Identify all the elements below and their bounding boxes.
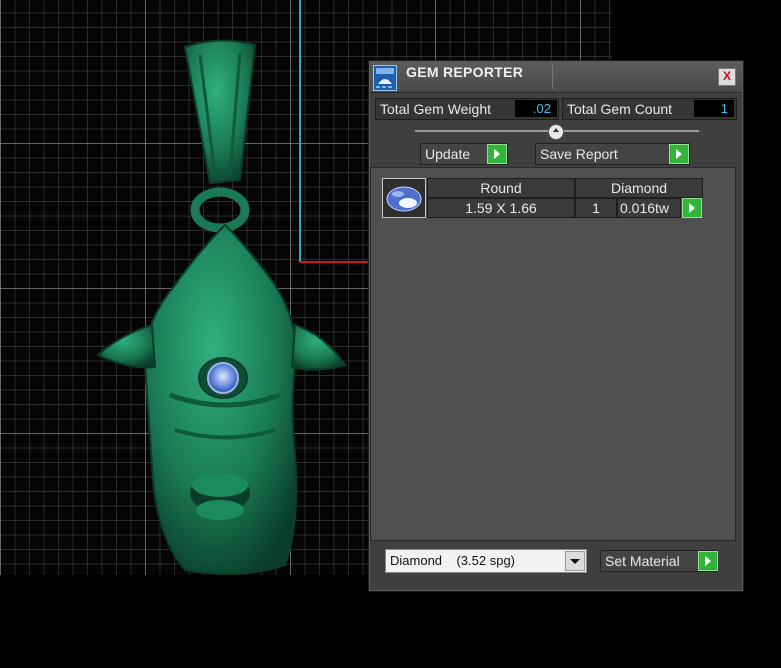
total-gem-count-value: 1 (694, 100, 734, 117)
gem-list-area[interactable]: Round Diamond 1.59 X 1.66 1 0.016tw (370, 167, 736, 541)
material-select-value: Diamond (3.52 spg) (390, 553, 516, 568)
gem-weight-cell: 0.016tw (617, 198, 681, 218)
save-report-button-label: Save Report (540, 146, 618, 162)
set-material-button[interactable]: Set Material (600, 550, 718, 572)
gem-shape-cell: Round (427, 178, 575, 198)
gem-size-cell: 1.59 X 1.66 (427, 198, 575, 218)
gem-reporter-panel: GEM REPORTER X Total Gem Weight .02 Tota… (368, 60, 744, 592)
gem-count-cell: 1 (575, 198, 617, 218)
close-icon[interactable]: X (718, 68, 736, 86)
total-gem-count-label: Total Gem Count (567, 101, 673, 117)
update-button[interactable]: Update (420, 143, 508, 165)
play-arrow-icon[interactable] (487, 144, 507, 164)
play-arrow-icon[interactable] (698, 551, 718, 571)
play-arrow-icon[interactable] (669, 144, 689, 164)
material-select[interactable]: Diamond (3.52 spg) (385, 549, 587, 573)
chevron-up-icon[interactable] (548, 124, 564, 140)
panel-title: GEM REPORTER (406, 64, 524, 80)
play-arrow-icon[interactable] (682, 198, 702, 218)
total-gem-weight-label: Total Gem Weight (380, 101, 492, 117)
cyclops-pendant-model[interactable] (90, 35, 360, 585)
save-report-button[interactable]: Save Report (535, 143, 690, 165)
set-material-button-label: Set Material (605, 553, 680, 569)
update-button-label: Update (425, 146, 471, 162)
chevron-down-icon[interactable] (565, 551, 585, 571)
gem-material-cell: Diamond (575, 178, 703, 198)
total-gem-weight-value: .02 (515, 100, 557, 117)
total-gem-count-box: Total Gem Count 1 (562, 98, 737, 120)
panel-titlebar[interactable]: GEM REPORTER X (370, 62, 742, 93)
gem-reporter-icon (373, 65, 397, 91)
total-gem-weight-box: Total Gem Weight .02 (375, 98, 559, 120)
title-divider (552, 65, 553, 89)
round-gem-icon[interactable] (382, 178, 426, 218)
